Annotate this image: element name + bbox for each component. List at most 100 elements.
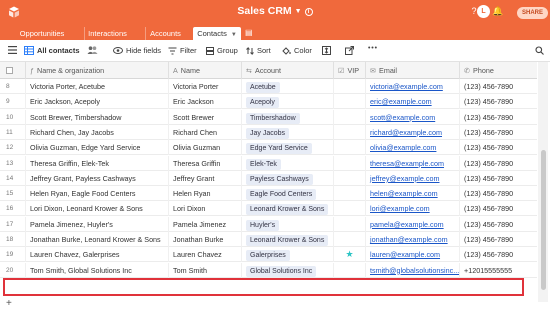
cell-email[interactable]: lauren@example.com [366, 247, 460, 263]
cell-account[interactable]: Timbershadow [242, 109, 334, 125]
email-link[interactable]: lauren@example.com [370, 250, 440, 259]
share-view-icon[interactable] [345, 46, 354, 55]
cell-name-org[interactable]: Richard Chen, Jay Jacobs [26, 124, 169, 140]
table-row[interactable]: 20 Tom Smith, Global Solutions Inc Tom Smi… [0, 262, 537, 278]
table-row[interactable]: 15 Helen Ryan, Eagle Food Centers Helen Ry… [0, 186, 537, 202]
cell-name-org[interactable]: Tom Smith, Global Solutions Inc [26, 262, 169, 278]
cell-name[interactable]: Jeffrey Grant [169, 170, 242, 186]
cell-name[interactable]: Theresa Griffin [169, 155, 242, 171]
table-row[interactable]: 17 Pamela Jimenez, Huyler's Pamela Jimenez… [0, 216, 537, 232]
row-number[interactable]: 15 [0, 186, 26, 202]
table-menu-icon[interactable]: ▤ [245, 28, 255, 38]
table-row[interactable]: 13 Theresa Griffin, Elek-Tek Theresa Griff… [0, 155, 537, 171]
cell-phone[interactable]: (123) 456-7890 [460, 247, 537, 262]
select-all-checkbox[interactable] [0, 62, 26, 79]
cell-name[interactable]: Lori Dixon [169, 201, 242, 217]
cell-name[interactable]: Eric Jackson [169, 94, 242, 110]
email-link[interactable]: theresa@example.com [370, 159, 444, 168]
collaborators-icon[interactable] [87, 46, 98, 54]
cell-phone[interactable]: (123) 456-7890 [460, 171, 537, 186]
cell-email[interactable]: lori@example.com [366, 201, 460, 217]
email-link[interactable]: jonathan@example.com [370, 235, 448, 244]
column-header-account[interactable]: ⇆ Account [242, 62, 334, 79]
cell-vip[interactable] [334, 232, 366, 247]
cell-name-org[interactable]: Pamela Jimenez, Huyler's [26, 216, 169, 232]
chevron-down-icon[interactable]: ▼ [231, 32, 237, 38]
more-options-icon[interactable] [368, 46, 377, 49]
cell-vip[interactable] [334, 262, 366, 278]
cell-email[interactable]: victoria@example.com [366, 79, 460, 94]
table-row[interactable]: 14 Jeffrey Grant, Payless Cashways Jeffrey… [0, 170, 537, 186]
cell-phone[interactable]: (123) 456-7890 [460, 201, 537, 216]
row-number[interactable]: 11 [0, 124, 26, 140]
search-icon[interactable] [535, 46, 544, 55]
notifications-icon[interactable]: 🔔 [491, 4, 505, 18]
table-row[interactable]: 9 Eric Jackson, Acepoly Eric Jackson Acepol… [0, 94, 537, 110]
row-number[interactable]: 20 [0, 262, 26, 278]
cell-email[interactable]: richard@example.com [366, 124, 460, 140]
cell-phone[interactable]: (123) 456-7890 [460, 232, 537, 247]
cell-email[interactable]: jeffrey@example.com [366, 170, 460, 186]
cell-phone[interactable]: (123) 456-7890 [460, 217, 537, 232]
row-number[interactable]: 14 [0, 170, 26, 186]
tab-interactions[interactable]: Interactions [84, 27, 130, 40]
cell-name-org[interactable]: Jeffrey Grant, Payless Cashways [26, 170, 169, 186]
cell-account[interactable]: Global Solutions Inc [242, 262, 334, 278]
cell-account[interactable]: Acetube [242, 79, 334, 94]
info-icon[interactable]: i [304, 8, 313, 16]
cell-name[interactable]: Olivia Guzman [169, 140, 242, 156]
cell-vip[interactable] [334, 79, 366, 94]
cell-vip[interactable] [334, 186, 366, 202]
cell-name[interactable]: Scott Brewer [169, 109, 242, 125]
table-row[interactable]: 12 Olivia Guzman, Edge Yard Service Olivia… [0, 140, 537, 156]
cell-email[interactable]: scott@example.com [366, 109, 460, 125]
cell-account[interactable]: Elek-Tek [242, 155, 334, 171]
row-number[interactable]: 16 [0, 201, 26, 217]
cell-name[interactable]: Lauren Chavez [169, 247, 242, 263]
cell-name-org[interactable]: Lori Dixon, Leonard Krower & Sons [26, 201, 169, 217]
cell-email[interactable]: jonathan@example.com [366, 232, 460, 247]
email-link[interactable]: olivia@example.com [370, 143, 436, 152]
row-number[interactable]: 18 [0, 232, 26, 247]
cell-account[interactable]: Payless Cashways [242, 170, 334, 186]
row-number[interactable]: 9 [0, 94, 26, 110]
cell-name-org[interactable]: Victoria Porter, Acetube [26, 79, 169, 94]
table-row[interactable]: 8 Victoria Porter, Acetube Victoria Porter… [0, 79, 537, 94]
cell-vip[interactable] [334, 124, 366, 140]
cell-account[interactable]: Jay Jacobs [242, 124, 334, 140]
cell-name-org[interactable]: Eric Jackson, Acepoly [26, 94, 169, 110]
tab-contacts[interactable]: Contacts ▼ [193, 27, 241, 40]
cell-vip[interactable]: ★ [334, 247, 366, 263]
cell-email[interactable]: olivia@example.com [366, 140, 460, 156]
cell-name-org[interactable]: Lauren Chavez, Galerprises [26, 247, 169, 263]
email-link[interactable]: pamela@example.com [370, 220, 444, 229]
cell-name-org[interactable]: Jonathan Burke, Leonard Krower & Sons [26, 232, 169, 247]
tab-opportunities[interactable]: Opportunities [16, 27, 68, 40]
filter-button[interactable]: Filter [168, 46, 197, 55]
column-header-phone[interactable]: ✆ Phone [460, 62, 537, 79]
row-number[interactable]: 19 [0, 247, 26, 263]
row-number[interactable]: 17 [0, 216, 26, 232]
cell-phone[interactable]: +12015555555 [460, 263, 537, 278]
cell-phone[interactable]: (123) 456-7890 [460, 94, 537, 109]
column-header-email[interactable]: ✉ Email [366, 62, 460, 79]
cell-name[interactable]: Helen Ryan [169, 186, 242, 202]
cell-name-org[interactable]: Scott Brewer, Timbershadow [26, 109, 169, 125]
hide-fields-button[interactable]: Hide fields [113, 46, 161, 55]
cell-phone[interactable]: (123) 456-7890 [460, 79, 537, 94]
column-header-name[interactable]: A Name [169, 62, 242, 79]
table-row[interactable]: 19 Lauren Chavez, Galerprises Lauren Chave… [0, 247, 537, 263]
row-height-icon[interactable] [322, 46, 331, 55]
cell-account[interactable]: Leonard Krower & Sons [242, 232, 334, 247]
cell-name-org[interactable]: Theresa Griffin, Elek-Tek [26, 155, 169, 171]
cell-name[interactable]: Tom Smith [169, 262, 242, 278]
row-number[interactable]: 8 [0, 79, 26, 94]
email-link[interactable]: victoria@example.com [370, 82, 443, 91]
scrollbar-thumb[interactable] [541, 150, 546, 290]
hamburger-icon[interactable] [8, 46, 17, 54]
table-row[interactable]: 10 Scott Brewer, Timbershadow Scott Brewer… [0, 109, 537, 125]
share-button[interactable]: SHARE [517, 7, 548, 19]
cell-name[interactable]: Pamela Jimenez [169, 216, 242, 232]
email-link[interactable]: jeffrey@example.com [370, 174, 439, 183]
cell-email[interactable]: eric@example.com [366, 94, 460, 110]
